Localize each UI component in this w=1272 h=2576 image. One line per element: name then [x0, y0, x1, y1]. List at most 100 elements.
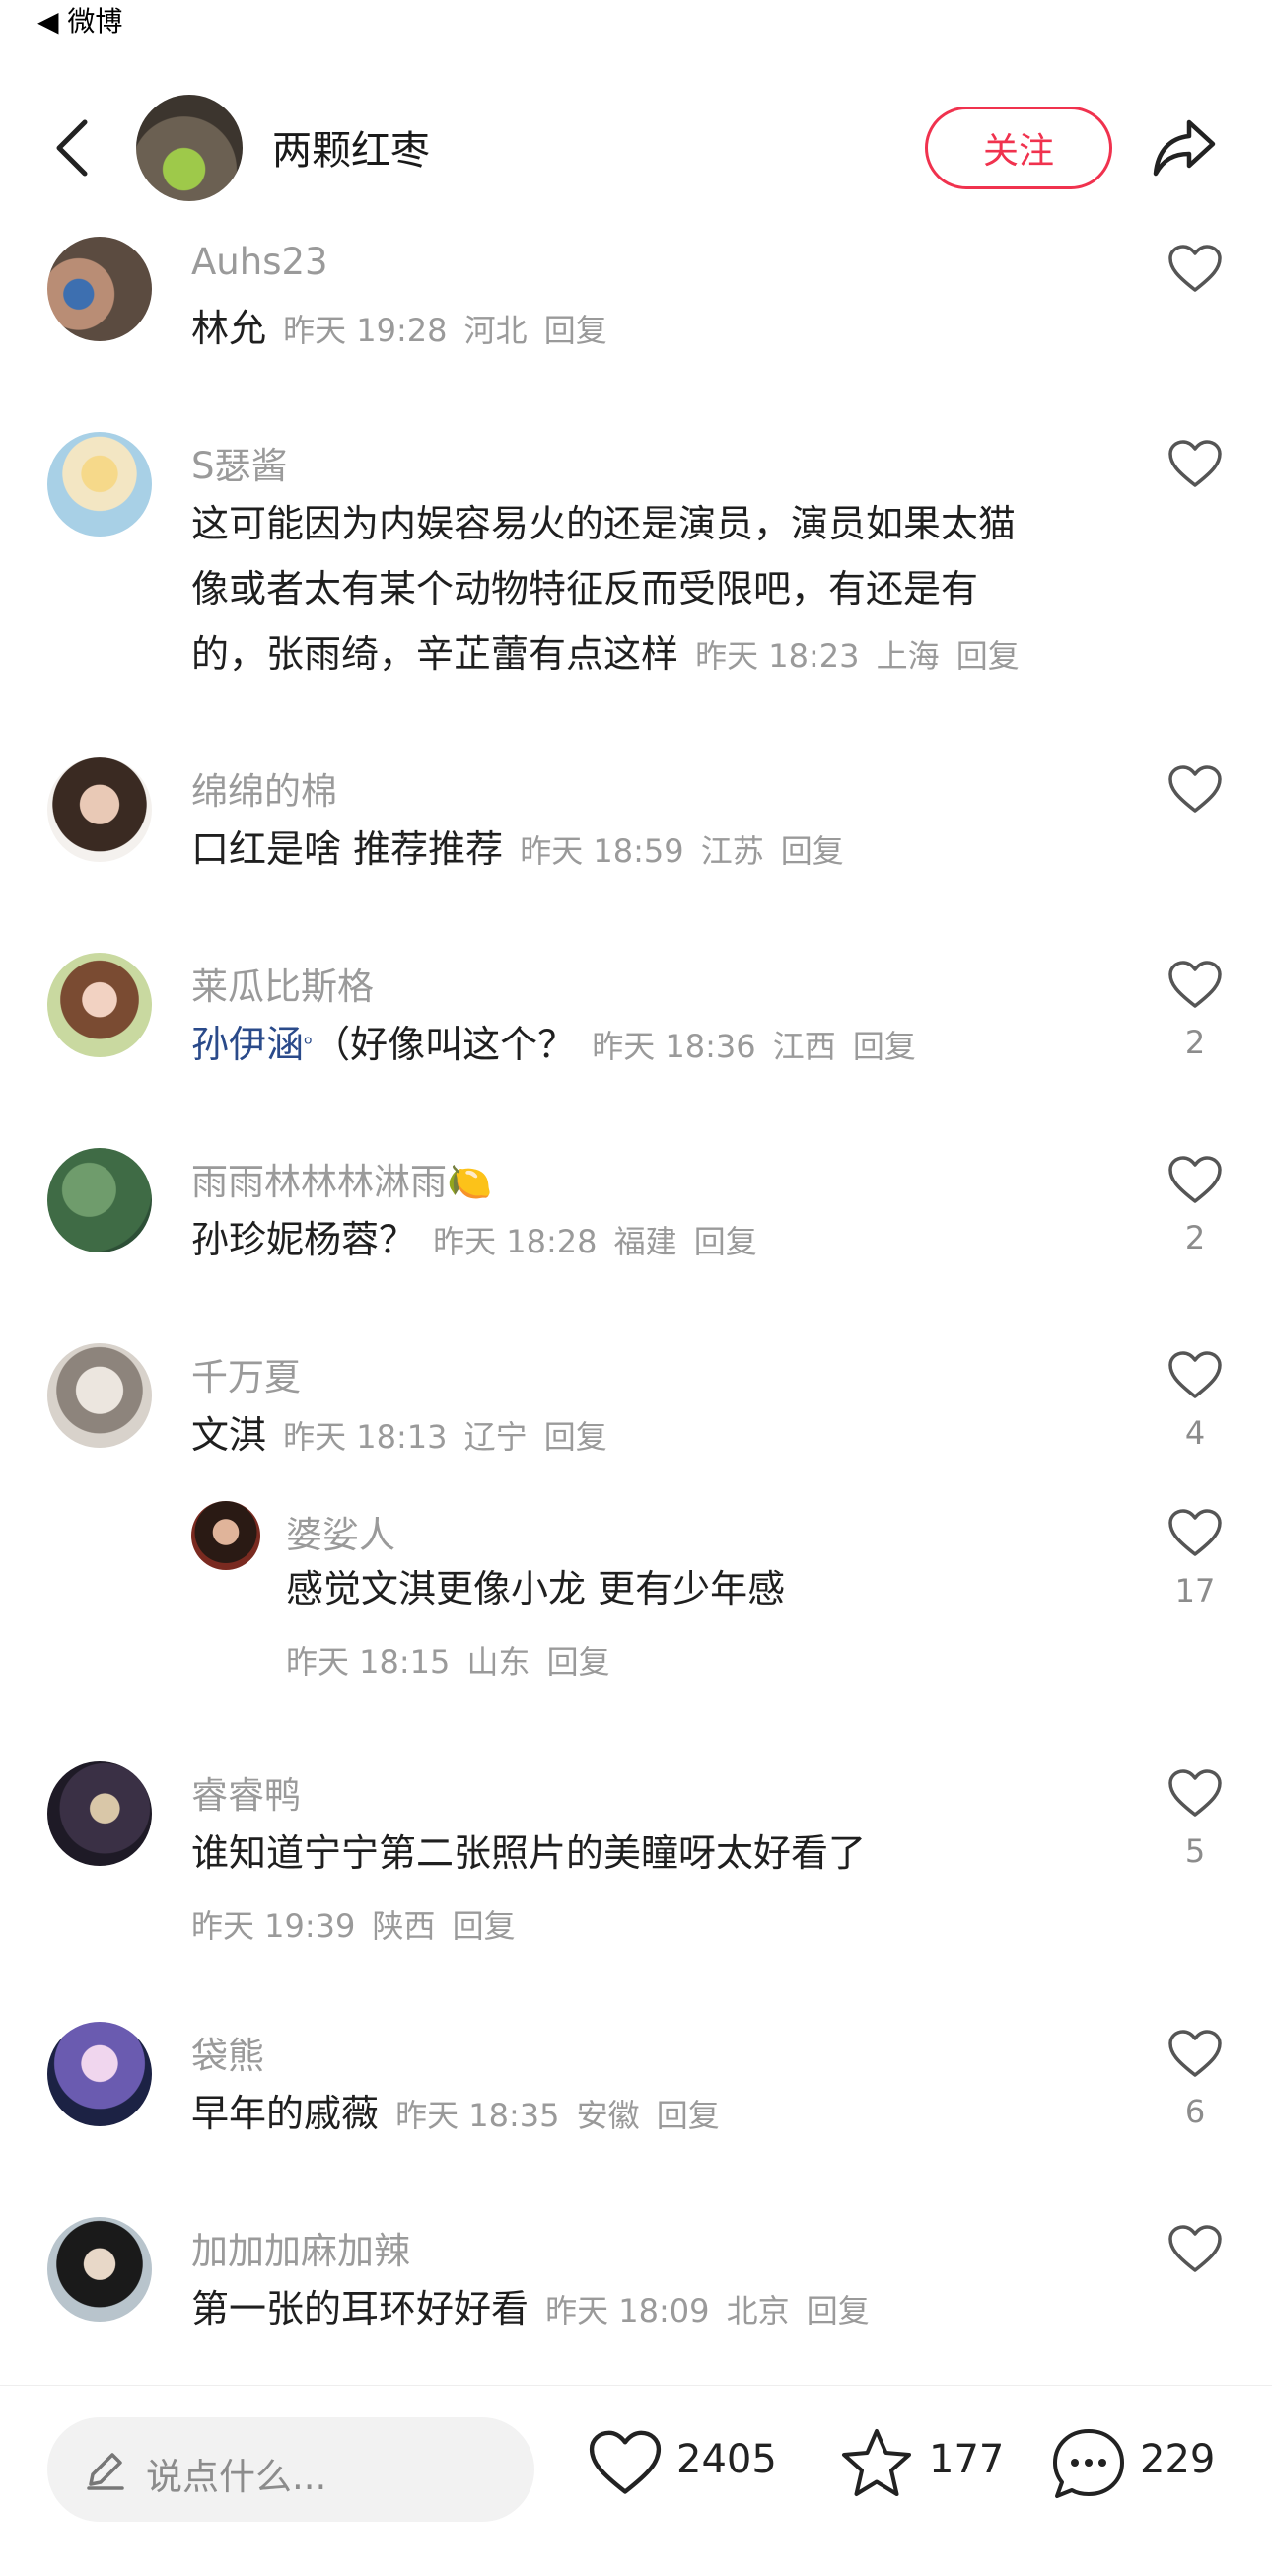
comment-location: 福建 — [613, 1223, 677, 1260]
comment-input-placeholder: 说点什么... — [146, 2456, 327, 2498]
like-post-button[interactable]: 2405 — [588, 2425, 785, 2514]
comment-text-line: 这可能因为内娱容易火的还是演员，演员如果太猫 — [191, 502, 1017, 545]
comment-location: 辽宁 — [463, 1418, 528, 1456]
like-count: 5 — [1184, 1832, 1206, 1870]
comment-location: 山东 — [466, 1643, 530, 1681]
comment-time: 昨天 19:28 — [283, 312, 448, 349]
comment-text: 早年的戚薇 — [191, 2092, 380, 2135]
commenter-name[interactable]: 睿睿鸭 — [191, 1765, 301, 1819]
reply-button[interactable]: 回复 — [694, 1223, 757, 1260]
comment-text: （好像叫这个？ — [313, 1023, 576, 1066]
pen-icon — [87, 2453, 124, 2490]
comment-line: 林允 昨天 19:28 河北 回复 — [191, 296, 607, 361]
commenter-avatar[interactable] — [47, 1343, 152, 1448]
comment-input[interactable]: 说点什么... — [47, 2417, 534, 2522]
heart-icon[interactable] — [1167, 765, 1223, 815]
like-total: 2405 — [676, 2437, 777, 2482]
bottom-action-bar: 说点什么... 2405 177 229 — [0, 2385, 1272, 2576]
comment-time: 昨天 18:36 — [592, 1028, 756, 1065]
reply-button[interactable]: 回复 — [853, 1028, 916, 1065]
back-button[interactable] — [49, 118, 99, 178]
comment-location: 江西 — [772, 1028, 836, 1065]
reply-button[interactable]: 回复 — [807, 2292, 870, 2329]
heart-icon[interactable] — [1167, 961, 1223, 1010]
comment-text: 谁知道宁宁第二张照片的美瞳呀太好看了 — [191, 1831, 867, 1875]
commenter-avatar[interactable] — [47, 2217, 152, 2322]
commenter-avatar[interactable] — [47, 1148, 152, 1252]
comment-time: 昨天 18:35 — [395, 2097, 560, 2134]
commenter-name[interactable]: 莱瓜比斯格 — [191, 957, 374, 1010]
heart-icon[interactable] — [1167, 1156, 1223, 1205]
post-comments-page: ◀ 微博 两颗红枣 关注 Auhs23 林允 昨天 19:28 河北 回复 S瑟… — [0, 0, 1272, 2576]
reply-button[interactable]: 回复 — [453, 1907, 516, 1945]
reply-text: 感觉文淇更像小龙 更有少年感 — [286, 1567, 786, 1610]
author-avatar[interactable] — [136, 95, 243, 201]
comment-time: 昨天 18:59 — [520, 832, 684, 870]
heart-icon[interactable] — [1167, 1351, 1223, 1400]
comment-line: 口红是啥 推荐推荐 昨天 18:59 江苏 回复 — [191, 817, 844, 882]
heart-icon[interactable] — [1167, 2030, 1223, 2079]
chat-bubble-icon — [1053, 2429, 1124, 2498]
commenter-name[interactable]: 雨雨林林林淋雨🍋 — [191, 1152, 492, 1205]
commenter-name[interactable]: 袋熊 — [191, 2026, 264, 2079]
heart-icon[interactable] — [1167, 440, 1223, 489]
like-count: 2 — [1184, 1219, 1206, 1256]
chevron-left-icon — [56, 119, 88, 177]
post-header: 两颗红枣 关注 — [0, 89, 1272, 207]
commenter-avatar[interactable] — [47, 1761, 152, 1866]
replier-avatar[interactable] — [191, 1501, 260, 1570]
like-count: 17 — [1174, 1572, 1216, 1610]
comment-text: 口红是啥 推荐推荐 — [191, 827, 504, 871]
commenter-avatar[interactable] — [47, 2022, 152, 2126]
author-name[interactable]: 两颗红枣 — [272, 118, 430, 176]
replier-name[interactable]: 婆娑人 — [286, 1505, 395, 1558]
heart-icon[interactable] — [1167, 1509, 1223, 1558]
comment-location: 河北 — [463, 312, 528, 349]
comment-location: 北京 — [726, 2292, 790, 2329]
commenter-name[interactable]: 绵绵的棉 — [191, 761, 337, 815]
follow-button[interactable]: 关注 — [925, 107, 1112, 189]
commenter-name[interactable]: 加加加麻加辣 — [191, 2221, 410, 2274]
comment-text: 文淇 — [191, 1413, 267, 1457]
search-icon: ᵒ — [304, 1032, 314, 1057]
reply-button[interactable]: 回复 — [781, 832, 844, 870]
heart-icon — [589, 2430, 662, 2494]
reply-button[interactable]: 回复 — [956, 637, 1020, 675]
comment-meta: 昨天 19:39 陕西 回复 — [191, 1901, 516, 1947]
comment-time: 昨天 18:13 — [283, 1418, 448, 1456]
comment-time: 昨天 18:28 — [433, 1223, 598, 1260]
comment-location: 江苏 — [700, 832, 764, 870]
comment-text: 第一张的耳环好好看 — [191, 2287, 530, 2330]
favorite-button[interactable]: 177 — [838, 2425, 1006, 2514]
heart-icon[interactable] — [1167, 2225, 1223, 2274]
comment-time: 昨天 18:09 — [545, 2292, 710, 2329]
reply-button[interactable]: 回复 — [547, 1643, 610, 1681]
commenter-name[interactable]: Auhs23 — [191, 241, 328, 283]
commenter-avatar[interactable] — [47, 953, 152, 1057]
heart-icon[interactable] — [1167, 1769, 1223, 1819]
comment-location: 陕西 — [372, 1907, 436, 1945]
comment-button[interactable]: 229 — [1049, 2425, 1237, 2514]
commenter-avatar[interactable] — [47, 432, 152, 537]
like-count: 6 — [1184, 2093, 1206, 2130]
favorite-total: 177 — [929, 2437, 1005, 2482]
comment-text: 孙珍妮杨蓉？ — [191, 1218, 417, 1261]
comment-location: 安徽 — [576, 2097, 640, 2134]
like-count: 4 — [1184, 1414, 1206, 1452]
commenter-name[interactable]: S瑟酱 — [191, 436, 288, 489]
commenter-name[interactable]: 千万夏 — [191, 1347, 301, 1400]
mention-link[interactable]: 孙伊涵 — [191, 1023, 304, 1066]
comment-line: 孙珍妮杨蓉？ 昨天 18:28 福建 回复 — [191, 1207, 757, 1272]
lemon-badge-icon: 🍋 — [447, 1161, 493, 1203]
commenter-name-text: 雨雨林林林淋雨 — [191, 1161, 447, 1203]
comment-line: 早年的戚薇 昨天 18:35 安徽 回复 — [191, 2081, 720, 2146]
share-button[interactable] — [1150, 116, 1219, 179]
reply-button[interactable]: 回复 — [544, 1418, 607, 1456]
heart-icon[interactable] — [1167, 245, 1223, 294]
comment-line: 孙伊涵ᵒ（好像叫这个？ 昨天 18:36 江西 回复 — [191, 1012, 916, 1077]
commenter-avatar[interactable] — [47, 757, 152, 862]
back-to-app-indicator[interactable]: ◀ 微博 — [37, 0, 122, 37]
reply-button[interactable]: 回复 — [544, 312, 607, 349]
reply-button[interactable]: 回复 — [657, 2097, 720, 2134]
commenter-avatar[interactable] — [47, 237, 152, 341]
